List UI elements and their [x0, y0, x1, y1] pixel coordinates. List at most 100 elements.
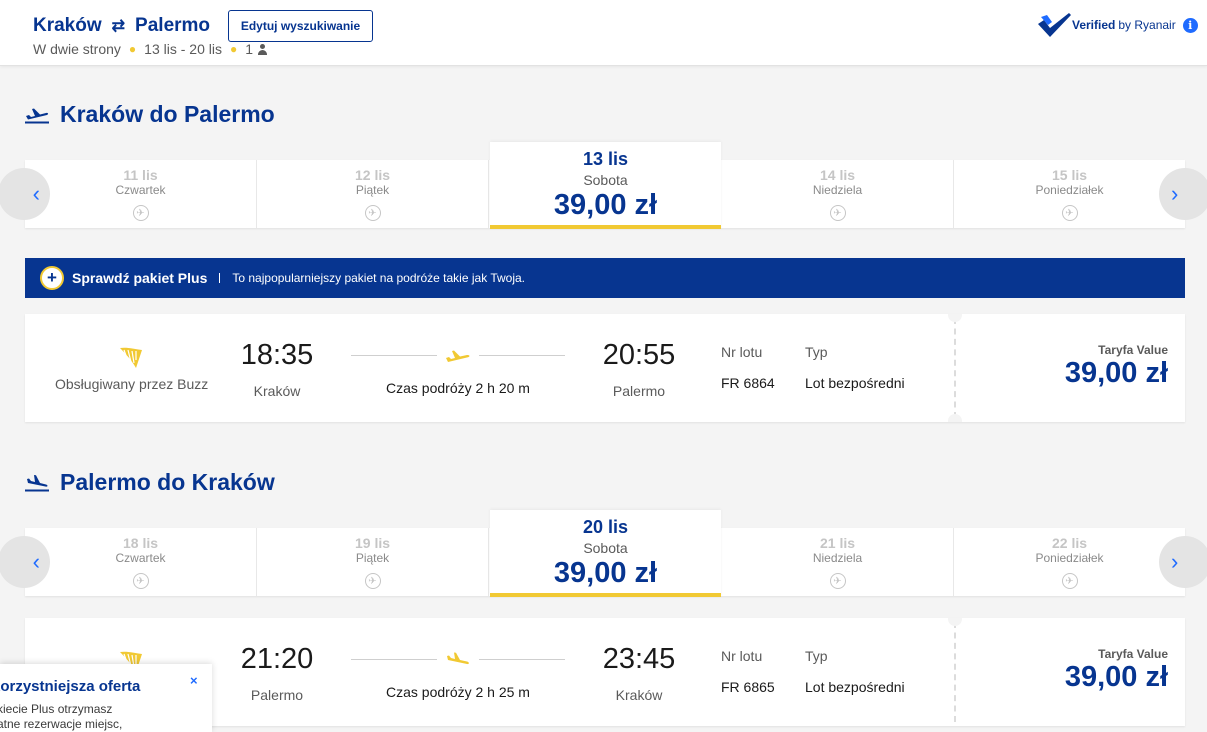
- date-option[interactable]: 21 lis Niedziela ✈: [722, 528, 954, 596]
- verified-by-text: by Ryanair: [1118, 18, 1176, 32]
- card-divider: [954, 622, 956, 722]
- plus-banner-title: Sprawdź pakiet Plus: [72, 270, 208, 286]
- day-date: 15 lis: [1051, 167, 1088, 183]
- popup-title: korzystniejsza oferta: [0, 678, 141, 695]
- card-divider: [954, 318, 956, 418]
- flight-number-label: Nr lotu: [721, 648, 763, 664]
- day-price: 39,00 zł: [553, 189, 658, 221]
- plus-icon: +: [40, 266, 64, 290]
- search-summary: W dwie strony ● 13 lis - 20 lis ● 1: [33, 41, 268, 57]
- no-flight-icon: ✈: [1061, 205, 1078, 221]
- popup-text-line: kiecie Plus otrzymasz: [0, 702, 113, 716]
- date-option-selected[interactable]: 20 lis Sobota 39,00 zł: [490, 510, 721, 597]
- day-date: 11 lis: [123, 167, 158, 183]
- no-flight-icon: ✈: [829, 205, 846, 221]
- card-notch: [948, 618, 962, 626]
- no-flight-icon: ✈: [364, 573, 381, 589]
- departure-time: 18:35: [240, 339, 314, 371]
- date-option-selected[interactable]: 13 lis Sobota 39,00 zł: [490, 142, 721, 229]
- day-price: 39,00 zł: [553, 557, 658, 589]
- departure-city: Kraków: [253, 383, 301, 399]
- arrival-time: 20:55: [602, 339, 676, 371]
- next-dates-button[interactable]: ›: [1159, 536, 1207, 588]
- origin-city: Kraków: [33, 15, 102, 36]
- fare-name: Taryfa Value: [1098, 343, 1168, 357]
- no-flight-icon: ✈: [829, 573, 846, 589]
- flight-number: FR 6865: [721, 679, 775, 695]
- day-date: 12 lis: [354, 167, 391, 183]
- day-name: Czwartek: [115, 551, 166, 565]
- top-header: Kraków ⇄ Palermo W dwie strony ● 13 lis …: [0, 0, 1207, 66]
- arrival-city: Palermo: [612, 383, 666, 399]
- route-line: [479, 355, 565, 356]
- date-option[interactable]: 14 lis Niedziela ✈: [722, 160, 954, 228]
- banner-separator: [219, 273, 221, 283]
- destination-city: Palermo: [135, 15, 211, 36]
- flight-duration: Czas podróży 2 h 25 m: [386, 684, 530, 700]
- flight-type: Lot bezpośredni: [805, 375, 905, 391]
- landing-plane-icon: [447, 652, 469, 665]
- close-icon[interactable]: ×: [190, 673, 198, 688]
- inbound-date-carousel: 18 lis Czwartek ✈ 19 lis Piątek ✈ 20 lis…: [0, 510, 1207, 597]
- fare-price[interactable]: 39,00 zł: [1065, 357, 1168, 390]
- day-name: Poniedziałek: [1035, 183, 1104, 197]
- previous-dates-button[interactable]: ‹: [0, 536, 50, 588]
- no-flight-icon: ✈: [132, 205, 149, 221]
- popup-text: kiecie Plus otrzymasz atne rezerwacje mi…: [0, 702, 122, 732]
- no-flight-icon: ✈: [364, 205, 381, 221]
- day-date: 21 lis: [819, 535, 856, 551]
- previous-dates-button[interactable]: ‹: [0, 168, 50, 220]
- next-dates-button[interactable]: ›: [1159, 168, 1207, 220]
- plus-package-banner[interactable]: + Sprawdź pakiet Plus To najpopularniejs…: [25, 258, 1185, 298]
- plus-offer-popup: korzystniejsza oferta kiecie Plus otrzym…: [0, 664, 212, 732]
- day-name: Niedziela: [812, 551, 863, 565]
- day-date: 18 lis: [122, 535, 159, 551]
- verified-by-ryanair: Verified by Ryanair i: [1036, 12, 1198, 38]
- verified-label: Verified: [1072, 18, 1116, 32]
- departure-time: 21:20: [240, 643, 314, 675]
- fare-name: Taryfa Value: [1098, 647, 1168, 661]
- day-date: 22 lis: [1051, 535, 1088, 551]
- inbound-section-title: Palermo do Kraków: [25, 469, 275, 496]
- inbound-title-text: Palermo do Kraków: [60, 469, 275, 495]
- date-option[interactable]: 12 lis Piątek ✈: [257, 160, 489, 228]
- route-line: [479, 659, 565, 660]
- popup-text-line: atne rezerwacje miejsc,: [0, 717, 123, 731]
- trip-type: W dwie strony: [33, 41, 121, 57]
- landing-icon: [25, 474, 49, 491]
- ryanair-harp-logo: [120, 347, 142, 368]
- flight-type: Lot bezpośredni: [805, 679, 905, 695]
- date-option[interactable]: 22 lis Poniedziałek ✈: [954, 528, 1185, 596]
- flight-duration: Czas podróży 2 h 20 m: [386, 380, 530, 396]
- day-date: 20 lis: [582, 517, 629, 537]
- operated-by: Obsługiwany przez Buzz: [55, 376, 209, 392]
- day-date: 19 lis: [354, 535, 391, 551]
- day-name: Czwartek: [115, 183, 166, 197]
- date-option[interactable]: 11 lis Czwartek ✈: [25, 160, 257, 228]
- info-icon[interactable]: i: [1182, 17, 1198, 33]
- trip-dates: 13 lis - 20 lis: [144, 41, 222, 57]
- edit-search-button[interactable]: Edytuj wyszukiwanie: [228, 10, 373, 42]
- departing-plane-icon: [446, 350, 470, 362]
- fare-price[interactable]: 39,00 zł: [1065, 661, 1168, 694]
- date-option[interactable]: 15 lis Poniedziałek ✈: [954, 160, 1185, 228]
- day-name: Sobota: [583, 540, 628, 556]
- no-flight-icon: ✈: [1061, 573, 1078, 589]
- flight-type-label: Typ: [805, 648, 828, 664]
- day-name: Piątek: [355, 551, 390, 565]
- no-flight-icon: ✈: [132, 573, 149, 589]
- date-option[interactable]: 18 lis Czwartek ✈: [25, 528, 257, 596]
- day-name: Sobota: [583, 172, 628, 188]
- flight-type-label: Typ: [805, 344, 828, 360]
- card-notch: [948, 414, 962, 422]
- day-name: Niedziela: [812, 183, 863, 197]
- outbound-flight-card[interactable]: Obsługiwany przez Buzz 18:35 Kraków Czas…: [25, 314, 1185, 422]
- date-option[interactable]: 19 lis Piątek ✈: [257, 528, 489, 596]
- verified-check-icon: [1038, 13, 1071, 37]
- flight-number-label: Nr lotu: [721, 344, 763, 360]
- round-trip-icon: ⇄: [111, 18, 126, 35]
- arrival-time: 23:45: [602, 643, 676, 675]
- separator-dot: ●: [229, 42, 238, 56]
- arrival-city: Kraków: [615, 687, 663, 703]
- day-name: Piątek: [355, 183, 390, 197]
